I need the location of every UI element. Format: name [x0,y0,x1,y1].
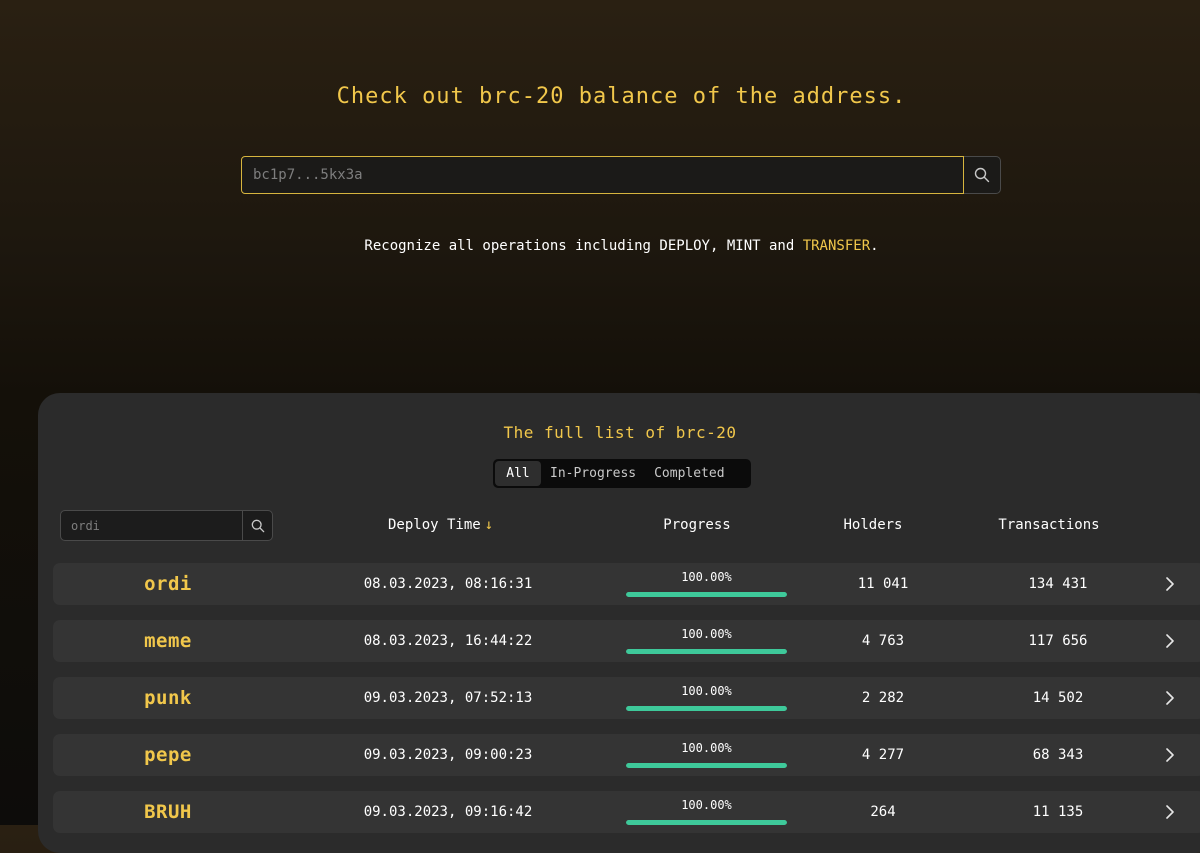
transactions-count: 117 656 [1028,633,1088,649]
table-row[interactable]: pepe 09.03.2023, 09:00:23 100.00% 4 277 68 3… [53,734,1200,776]
column-header-deploy-time[interactable]: Deploy Time ↓ [388,517,493,533]
token-tick: meme [144,630,192,652]
address-search-input[interactable] [241,156,964,194]
filter-all[interactable]: All [495,461,541,486]
progress-label: 100.00% [681,627,732,641]
address-search [241,156,1001,194]
deploy-time: 09.03.2023, 09:16:42 [363,804,533,820]
progress-label: 100.00% [681,684,732,698]
holders-count: 264 [870,804,896,820]
search-icon [251,519,264,532]
token-tick: punk [144,687,192,709]
progress-bar-fill [626,592,787,597]
holders-count: 4 763 [861,633,905,649]
deploy-time-label: Deploy Time [388,517,481,533]
chevron-right-icon[interactable] [1163,734,1177,776]
panel-title: The full list of brc-20 [503,423,737,442]
hero-description-highlight: TRANSFER [802,238,871,254]
progress-bar-fill [626,763,787,768]
progress-label: 100.00% [681,741,732,755]
progress-bar [626,820,787,825]
table-row[interactable]: BRUH 09.03.2023, 09:16:42 100.00% 264 11 135 [53,791,1200,833]
progress-cell: 100.00% [626,563,787,605]
progress-cell: 100.00% [626,791,787,833]
holders-count: 11 041 [857,576,909,592]
transactions-count: 14 502 [1032,690,1084,706]
table-row[interactable]: punk 09.03.2023, 07:52:13 100.00% 2 282 14 5… [53,677,1200,719]
hero-description: Recognize all operations including DEPLO… [0,238,1200,254]
chevron-right-icon[interactable] [1163,563,1177,605]
progress-label: 100.00% [681,570,732,584]
progress-bar [626,592,787,597]
column-header-progress: Progress [663,517,731,533]
token-search [60,510,273,541]
chevron-right-icon[interactable] [1163,791,1177,833]
hero-description-end: . [870,238,879,254]
column-header-transactions: Transactions [998,517,1100,533]
filter-completed[interactable]: Completed [645,461,733,486]
progress-bar [626,649,787,654]
progress-bar-fill [626,706,787,711]
progress-label: 100.00% [681,798,732,812]
column-header-holders: Holders [843,517,903,533]
address-search-button[interactable] [964,156,1001,194]
search-icon [974,167,990,183]
table-row[interactable]: meme 08.03.2023, 16:44:22 100.00% 4 763 117 … [53,620,1200,662]
progress-cell: 100.00% [626,677,787,719]
table-row[interactable]: ordi 08.03.2023, 08:16:31 100.00% 11 041 134… [53,563,1200,605]
holders-count: 2 282 [861,690,905,706]
deploy-time: 08.03.2023, 16:44:22 [363,633,533,649]
token-tick: pepe [144,744,192,766]
transactions-count: 134 431 [1028,576,1088,592]
deploy-time: 09.03.2023, 09:00:23 [363,747,533,763]
deploy-time: 08.03.2023, 08:16:31 [363,576,533,592]
token-tick: ordi [144,573,192,595]
holders-count: 4 277 [861,747,905,763]
progress-bar [626,706,787,711]
filter-in-progress[interactable]: In-Progress [541,461,645,486]
deploy-time: 09.03.2023, 07:52:13 [363,690,533,706]
hero-title: Check out brc-20 balance of the address. [336,84,907,109]
token-search-button[interactable] [242,511,272,540]
arrow-down-icon: ↓ [484,517,494,533]
transactions-count: 11 135 [1032,804,1084,820]
transactions-count: 68 343 [1032,747,1084,763]
hero-description-text: Recognize all operations including DEPLO… [364,238,803,254]
progress-bar-fill [626,820,787,825]
chevron-right-icon[interactable] [1163,677,1177,719]
token-list-panel: The full list of brc-20 All In-Progress … [38,393,1200,853]
progress-cell: 100.00% [626,620,787,662]
chevron-right-icon[interactable] [1163,620,1177,662]
progress-bar-fill [626,649,787,654]
token-search-input[interactable] [61,511,242,540]
filter-segmented-control: All In-Progress Completed [493,459,751,488]
progress-bar [626,763,787,768]
progress-cell: 100.00% [626,734,787,776]
token-tick: BRUH [144,801,192,823]
